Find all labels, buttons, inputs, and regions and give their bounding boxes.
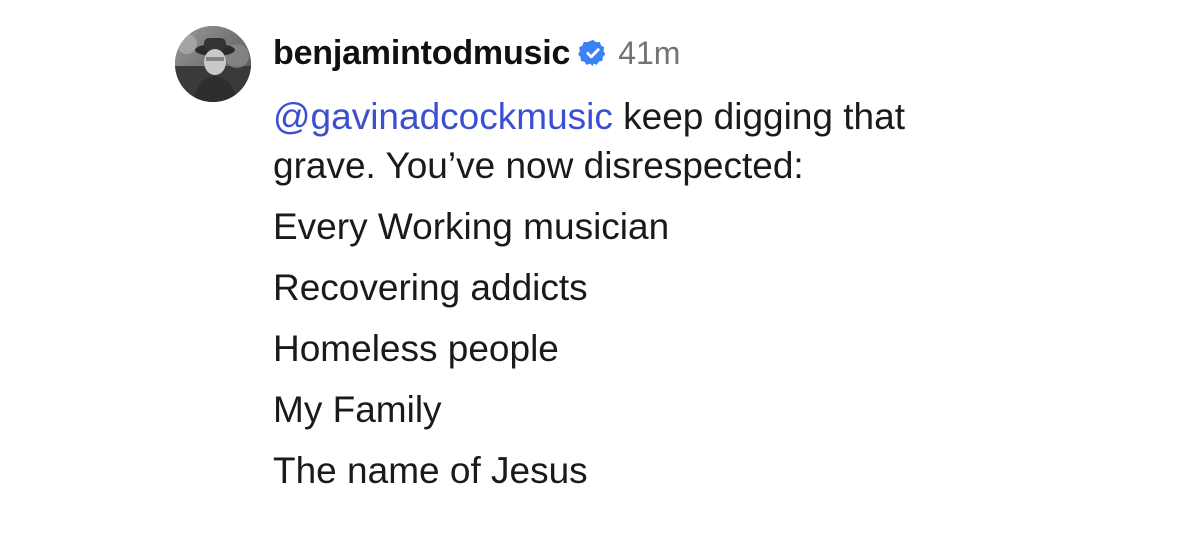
comment-text: @gavinadcockmusic keep digging that grav… [273,92,1175,495]
comment-header: benjamintodmusic 41m [273,30,1175,76]
avatar[interactable] [175,26,251,102]
comment-text-line-2: grave. You’ve now disrespected: [273,145,804,186]
comment-text-line-1-rest: keep digging that [612,96,905,137]
list-item: Recovering addicts [273,267,588,308]
list-item: My Family [273,389,442,430]
list-item: The name of Jesus [273,450,588,491]
list-item: Every Working musician [273,206,670,247]
comment-content: benjamintodmusic 41m @gavinadcockmusic k… [273,26,1175,495]
timestamp: 41m [618,34,681,71]
mention-link[interactable]: @gavinadcockmusic [273,96,613,137]
avatar-photo [175,26,251,102]
verified-badge-icon [578,38,608,68]
comment-text-line-1: @gavinadcockmusic keep digging that [273,92,1175,141]
username[interactable]: benjamintodmusic [273,34,570,73]
comment: benjamintodmusic 41m @gavinadcockmusic k… [175,26,1175,495]
list-item: Homeless people [273,328,559,369]
